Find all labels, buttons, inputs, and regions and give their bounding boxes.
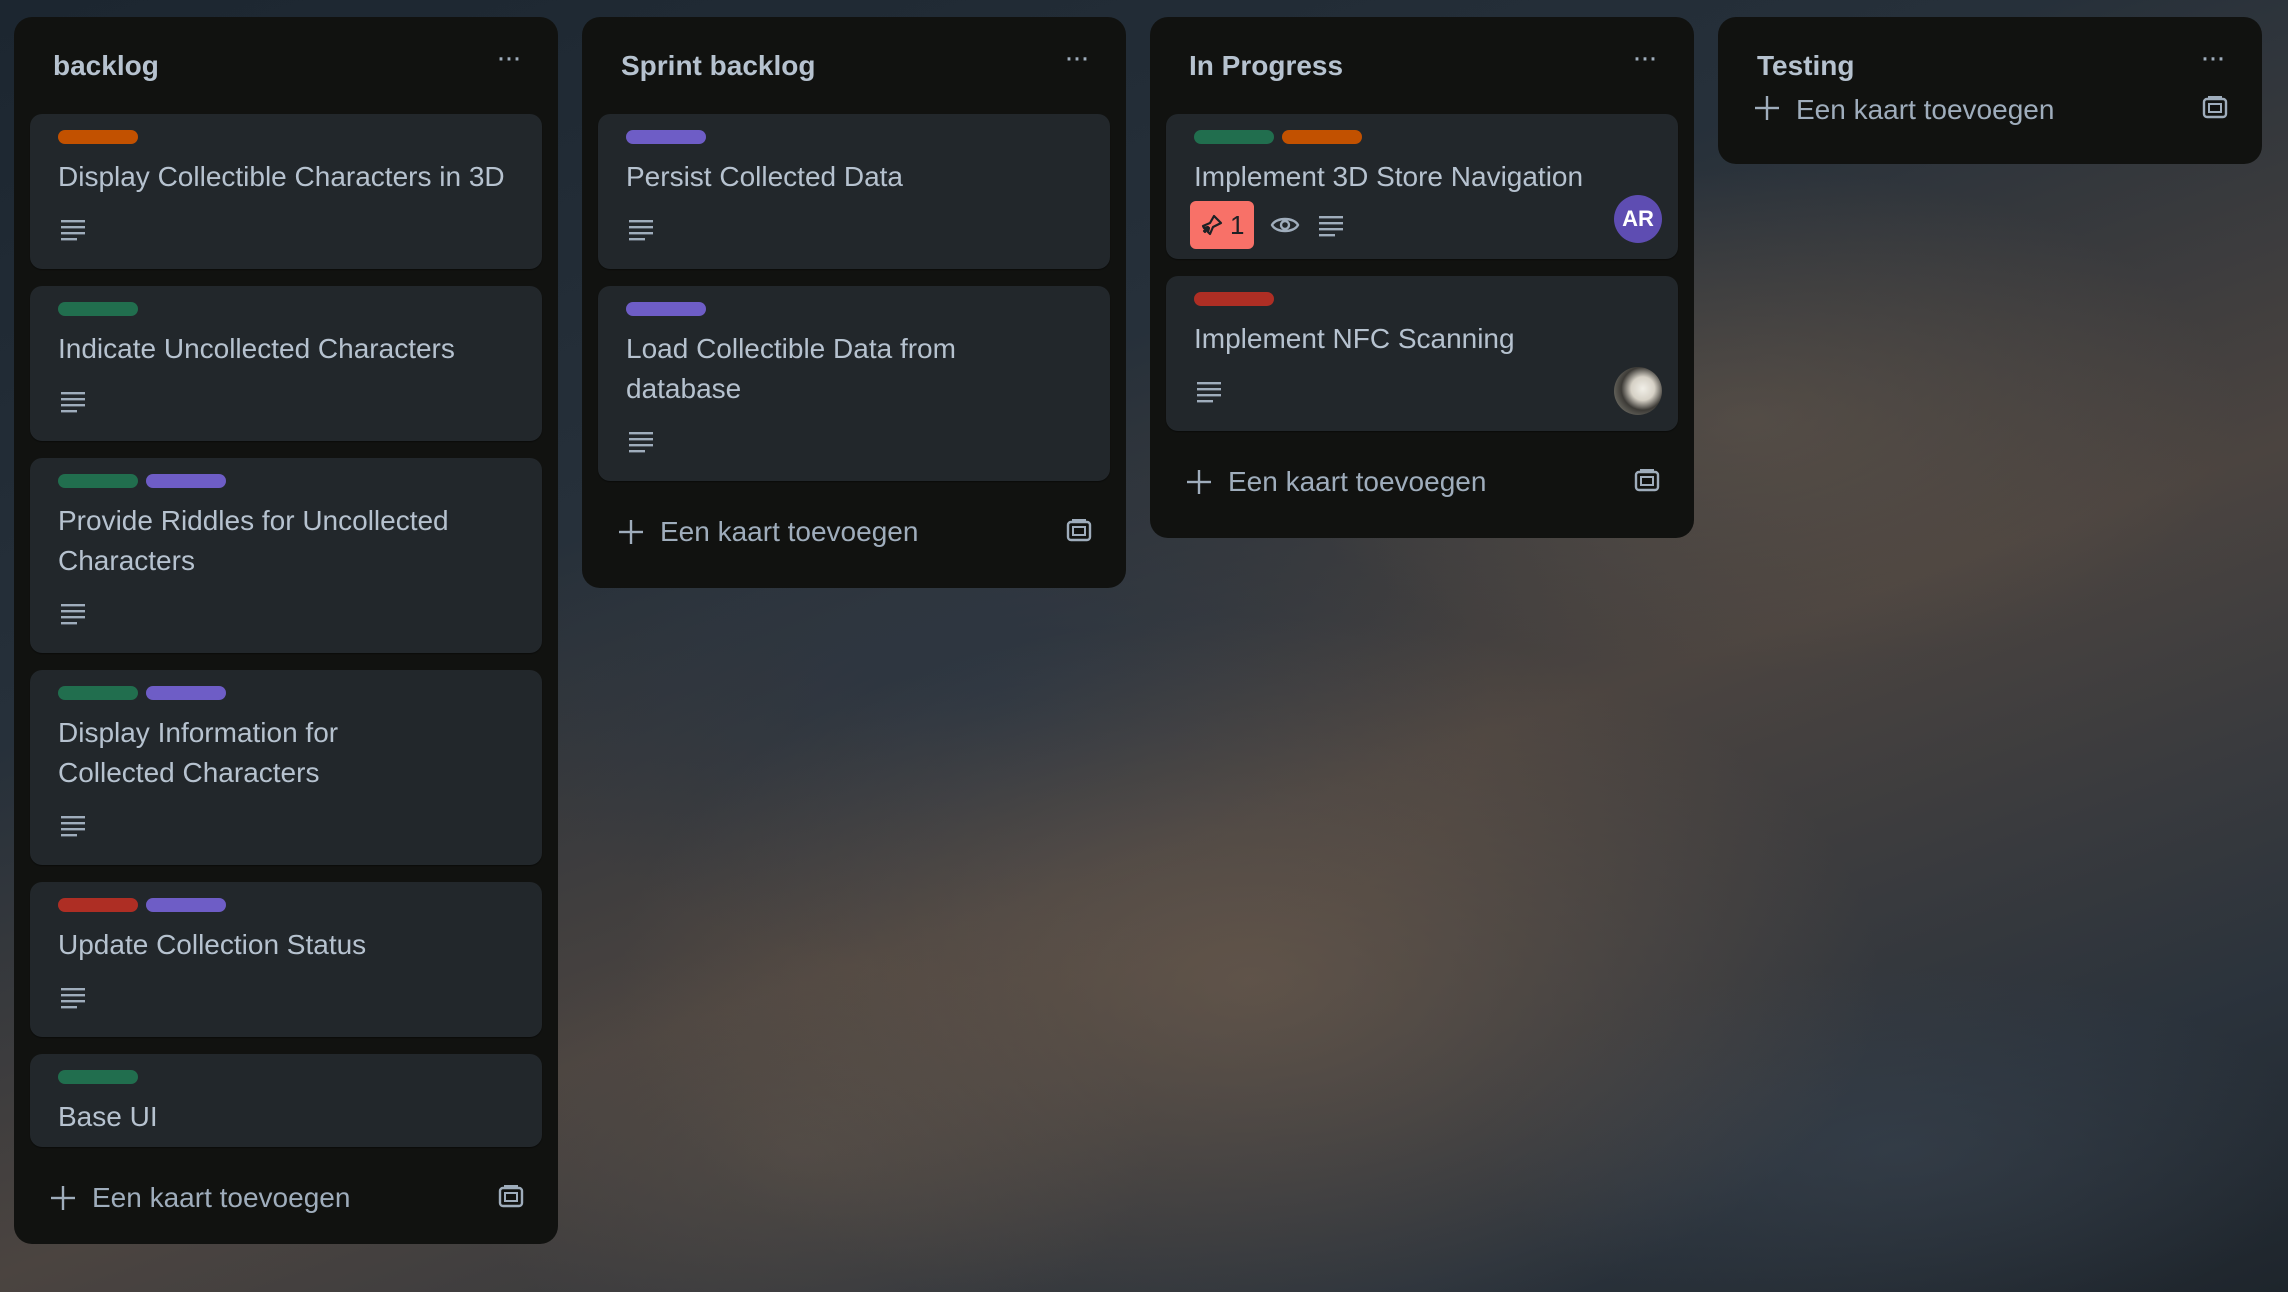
card-template-icon[interactable] (2200, 93, 2230, 123)
list-header: In Progress ··· (1166, 17, 1678, 114)
card-indicate-uncollected-characters[interactable]: Indicate Uncollected Characters (30, 286, 542, 441)
description-icon (1194, 378, 1224, 404)
add-card-label: Een kaart toevoegen (1228, 466, 1487, 497)
board: backlog ··· Display Collectible Characte… (0, 0, 2288, 1292)
card-template-icon[interactable] (1632, 466, 1662, 496)
label-red[interactable] (58, 898, 138, 912)
card-title: Persist Collected Data (626, 161, 904, 192)
card-title: Load Collectible Data from database (626, 333, 956, 404)
card-implement-3d-store-navigation[interactable]: Implement 3D Store Navigation 1 AR (1166, 114, 1678, 259)
description-icon (58, 388, 88, 414)
card-title: Indicate Uncollected Characters (58, 333, 455, 364)
description-icon (58, 216, 88, 242)
list-title[interactable]: backlog (53, 50, 159, 82)
list-sprint-backlog: Sprint backlog ··· Persist Collected Dat… (582, 17, 1126, 588)
avatar-photo[interactable] (1614, 367, 1662, 415)
label-purple[interactable] (146, 474, 226, 488)
card-title: Display Collectible Characters in 3D (58, 161, 505, 192)
card-provide-riddles[interactable]: Provide Riddles for Uncollected Characte… (30, 458, 542, 653)
card-update-collection-status[interactable]: Update Collection Status (30, 882, 542, 1037)
list-title[interactable]: In Progress (1189, 50, 1343, 82)
plus-icon (1184, 467, 1214, 497)
more-horizontal-icon[interactable]: ··· (2194, 43, 2230, 83)
avatar[interactable]: AR (1614, 195, 1662, 243)
list-title[interactable]: Sprint backlog (621, 50, 815, 82)
list-backlog: backlog ··· Display Collectible Characte… (14, 17, 558, 1244)
card-display-collectible-characters-3d[interactable]: Display Collectible Characters in 3D (30, 114, 542, 269)
description-icon (626, 428, 656, 454)
add-card-label: Een kaart toevoegen (92, 1182, 351, 1213)
list-title[interactable]: Testing (1757, 50, 1854, 82)
description-icon (58, 600, 88, 626)
description-icon (58, 984, 88, 1010)
label-purple[interactable] (146, 898, 226, 912)
label-purple[interactable] (146, 686, 226, 700)
notification-badge[interactable]: 1 (1190, 201, 1255, 249)
card-title: Base UI (58, 1101, 158, 1132)
card-display-information[interactable]: Display Information for Collected Charac… (30, 670, 542, 865)
card-load-collectible-data[interactable]: Load Collectible Data from database (598, 286, 1110, 481)
list-header: backlog ··· (30, 17, 542, 114)
label-purple[interactable] (626, 130, 706, 144)
more-horizontal-icon[interactable]: ··· (1058, 43, 1094, 83)
add-card-button[interactable]: Een kaart toevoegen (1734, 79, 2246, 164)
list-header: Sprint backlog ··· (598, 17, 1110, 114)
card-title: Provide Riddles for Uncollected Characte… (58, 505, 449, 576)
eye-icon (1270, 212, 1300, 238)
card-base-ui[interactable]: Base UI (30, 1054, 542, 1147)
list-testing: Testing ··· Een kaart toevoegen (1718, 17, 2262, 164)
card-template-icon[interactable] (496, 1182, 526, 1212)
label-orange[interactable] (58, 130, 138, 144)
notification-count: 1 (1230, 209, 1245, 240)
card-persist-collected-data[interactable]: Persist Collected Data (598, 114, 1110, 269)
card-template-icon[interactable] (1064, 516, 1094, 546)
label-red[interactable] (1194, 292, 1274, 306)
add-card-label: Een kaart toevoegen (660, 516, 919, 547)
add-card-button[interactable]: Een kaart toevoegen (30, 1154, 542, 1244)
add-card-button[interactable]: Een kaart toevoegen (1166, 438, 1678, 538)
label-orange[interactable] (1282, 130, 1362, 144)
label-green[interactable] (58, 686, 138, 700)
card-title: Update Collection Status (58, 929, 367, 960)
plus-icon (1752, 93, 1782, 123)
list-in-progress: In Progress ··· Implement 3D Store Navig… (1150, 17, 1694, 538)
label-green[interactable] (58, 302, 138, 316)
card-title: Implement NFC Scanning (1194, 323, 1515, 354)
label-green[interactable] (58, 1070, 138, 1084)
description-icon (626, 216, 656, 242)
description-icon (58, 812, 88, 838)
plus-icon (48, 1183, 78, 1213)
description-icon (1316, 212, 1346, 238)
more-horizontal-icon[interactable]: ··· (490, 43, 526, 83)
add-card-button[interactable]: Een kaart toevoegen (598, 488, 1110, 588)
label-purple[interactable] (626, 302, 706, 316)
label-green[interactable] (58, 474, 138, 488)
more-horizontal-icon[interactable]: ··· (1626, 43, 1662, 83)
add-card-label: Een kaart toevoegen (1796, 94, 2055, 125)
label-green[interactable] (1194, 130, 1274, 144)
card-implement-nfc-scanning[interactable]: Implement NFC Scanning (1166, 276, 1678, 431)
card-title: Display Information for Collected Charac… (58, 717, 339, 788)
card-title: Implement 3D Store Navigation (1194, 161, 1584, 192)
plus-icon (616, 517, 646, 547)
bell-icon (1200, 213, 1224, 237)
